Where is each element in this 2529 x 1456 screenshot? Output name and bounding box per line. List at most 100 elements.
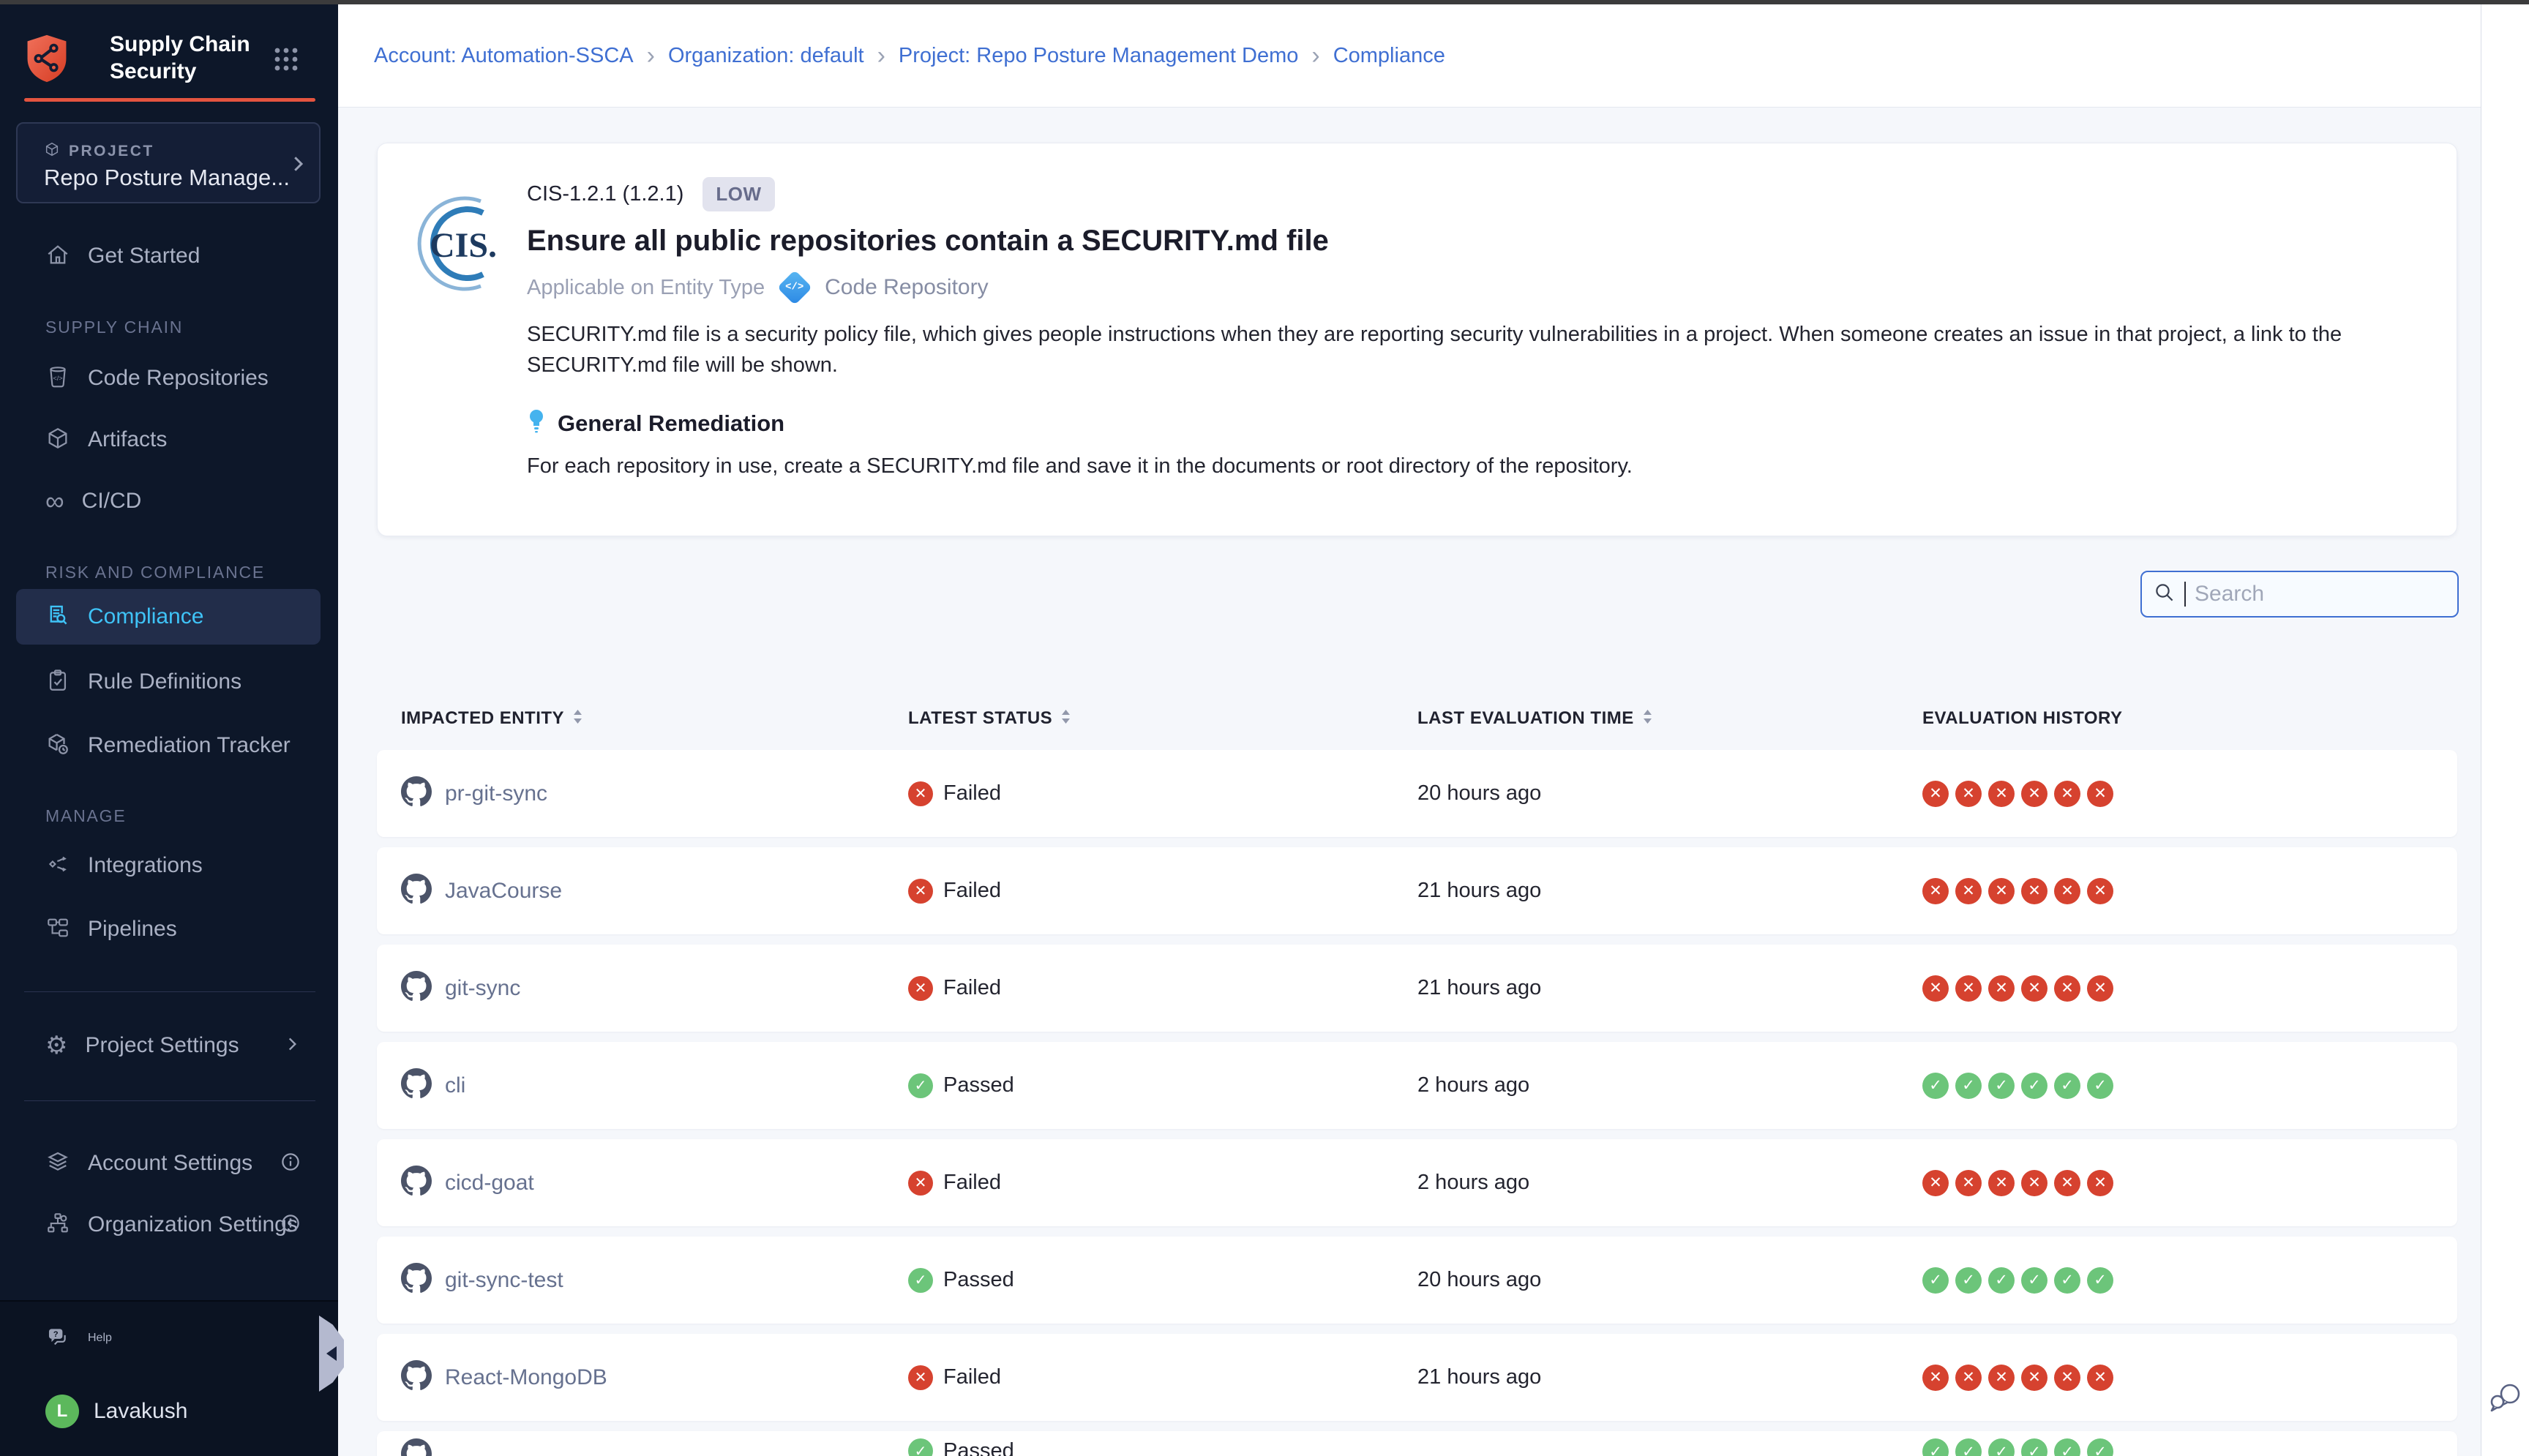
entity-name-link[interactable]: cli xyxy=(445,1073,465,1098)
sidebar-item-label: Artifacts xyxy=(88,427,167,452)
github-icon xyxy=(401,1438,432,1456)
entity-name-link[interactable]: cicd-goat xyxy=(445,1171,534,1196)
table-header: IMPACTED ENTITY LATEST STATUS LAST EVALU… xyxy=(377,697,2457,740)
status-icon xyxy=(908,781,933,806)
history-status-icon xyxy=(2021,1438,2047,1456)
brand-shield-icon xyxy=(24,34,70,87)
collapse-arrow-icon xyxy=(326,1346,337,1361)
sidebar-item-organization-settings[interactable]: Organization Settings xyxy=(16,1200,321,1250)
sidebar-item-cicd[interactable]: CI/CD xyxy=(16,476,321,526)
sidebar-item-get-started[interactable]: Get Started xyxy=(16,231,321,281)
remediation-heading: General Remediation xyxy=(558,410,784,437)
status-label: Failed xyxy=(943,879,1001,903)
doc-search-icon xyxy=(45,603,70,631)
entity-name-link[interactable]: git-sync xyxy=(445,976,520,1001)
history-status-icon xyxy=(1988,1267,2015,1294)
table-row[interactable]: React-MongoDB Failed 21 hours ago xyxy=(377,1334,2457,1421)
breadcrumb: Account: Automation-SSCA › Organization:… xyxy=(374,4,1445,108)
status-icon xyxy=(908,1438,933,1456)
history-status-icon xyxy=(2021,1170,2047,1196)
scrollbar-gutter[interactable] xyxy=(2481,4,2529,1456)
history-status-icon xyxy=(2021,878,2047,904)
entity-name-link[interactable]: pr-git-sync xyxy=(445,781,547,806)
avatar: L xyxy=(45,1395,79,1428)
table-row[interactable]: JavaCourse Failed 21 hours ago xyxy=(377,847,2457,934)
product-title: Supply Chain Security xyxy=(110,31,250,85)
table-row[interactable]: cli Passed 2 hours ago xyxy=(377,1042,2457,1129)
history-status-icon xyxy=(1922,1267,1949,1294)
table-row[interactable]: Passed xyxy=(377,1431,2457,1456)
info-icon[interactable] xyxy=(280,1151,301,1177)
status-icon xyxy=(908,1365,933,1390)
github-icon xyxy=(401,874,432,908)
evaluation-time: 21 hours ago xyxy=(1417,1365,1922,1389)
info-icon[interactable] xyxy=(280,1212,301,1238)
column-last-evaluation-time[interactable]: LAST EVALUATION TIME xyxy=(1417,708,1922,729)
history-status-icon xyxy=(2087,1365,2113,1391)
table-row[interactable]: cicd-goat Failed 2 hours ago xyxy=(377,1139,2457,1226)
sort-icon xyxy=(573,709,582,729)
svg-text:?: ? xyxy=(53,1330,59,1339)
project-cube-icon xyxy=(44,141,60,161)
history-status-icon xyxy=(2054,1073,2080,1099)
breadcrumb-separator: › xyxy=(647,45,655,67)
sidebar-item-rule-definitions[interactable]: Rule Definitions xyxy=(16,657,321,707)
sidebar-item-compliance[interactable]: Compliance xyxy=(16,589,321,645)
column-label: EVALUATION HISTORY xyxy=(1922,708,2122,729)
history-status-icon xyxy=(2087,878,2113,904)
evaluation-time: 21 hours ago xyxy=(1417,879,1922,903)
breadcrumb-account[interactable]: Account: Automation-SSCA xyxy=(374,44,634,68)
breadcrumb-separator: › xyxy=(1311,45,1319,67)
history-status-icon xyxy=(2054,878,2080,904)
user-menu[interactable]: L Lavakush xyxy=(16,1388,321,1435)
history-status-icon xyxy=(1955,1170,1982,1196)
project-selector[interactable]: PROJECT Repo Posture Manage... xyxy=(16,122,321,203)
evaluation-time: 2 hours ago xyxy=(1417,1073,1922,1097)
table-row[interactable]: git-sync Failed 21 hours ago xyxy=(377,945,2457,1032)
table-row[interactable]: pr-git-sync Failed 20 hours ago xyxy=(377,750,2457,837)
history-status-icon xyxy=(2087,781,2113,807)
evaluation-history xyxy=(1922,1170,2457,1196)
entity-name-link[interactable]: git-sync-test xyxy=(445,1268,563,1293)
sidebar-item-integrations[interactable]: Integrations xyxy=(16,841,321,890)
breadcrumb-organization[interactable]: Organization: default xyxy=(668,44,864,68)
history-status-icon xyxy=(2021,975,2047,1002)
history-status-icon xyxy=(1988,975,2015,1002)
sort-icon xyxy=(1643,709,1652,729)
evaluation-history xyxy=(1922,1073,2457,1099)
cube-wrench-icon xyxy=(45,732,70,760)
chat-support-icon[interactable] xyxy=(2487,1379,2524,1422)
history-status-icon xyxy=(1922,878,1949,904)
sidebar-item-pipelines[interactable]: Pipelines xyxy=(16,904,321,954)
entity-name-link[interactable]: JavaCourse xyxy=(445,879,562,904)
history-status-icon xyxy=(2087,1438,2113,1456)
status-icon xyxy=(908,879,933,904)
svg-text:CIS.: CIS. xyxy=(430,226,497,265)
status-label: Failed xyxy=(943,976,1001,1000)
sidebar-item-label: Rule Definitions xyxy=(88,669,241,694)
sidebar-item-account-settings[interactable]: Account Settings xyxy=(16,1138,321,1188)
sidebar-item-code-repositories[interactable]: </> Code Repositories xyxy=(16,353,321,403)
breadcrumb-compliance[interactable]: Compliance xyxy=(1333,44,1445,68)
search-input[interactable] xyxy=(2195,582,2414,607)
status-label: Passed xyxy=(943,1268,1014,1292)
entity-name-link[interactable]: React-MongoDB xyxy=(445,1365,607,1390)
github-icon xyxy=(401,776,432,811)
table-row[interactable]: git-sync-test Passed 20 hours ago xyxy=(377,1237,2457,1324)
sidebar-footer: ? Help L Lavakush xyxy=(0,1300,338,1456)
search-box xyxy=(2140,571,2459,618)
breadcrumb-project[interactable]: Project: Repo Posture Management Demo xyxy=(899,44,1298,68)
column-impacted-entity[interactable]: IMPACTED ENTITY xyxy=(401,708,908,729)
sidebar-item-project-settings[interactable]: Project Settings xyxy=(16,1021,321,1070)
sidebar-item-remediation-tracker[interactable]: Remediation Tracker xyxy=(16,721,321,770)
history-status-icon xyxy=(1955,781,1982,807)
app-grid-icon[interactable] xyxy=(274,47,299,75)
status-icon xyxy=(908,976,933,1001)
history-status-icon xyxy=(1922,1438,1949,1456)
evaluation-time: 2 hours ago xyxy=(1417,1171,1922,1195)
severity-badge: LOW xyxy=(702,177,774,211)
sidebar-item-help[interactable]: ? Help xyxy=(16,1315,321,1362)
sidebar-item-artifacts[interactable]: Artifacts xyxy=(16,415,321,465)
column-latest-status[interactable]: LATEST STATUS xyxy=(908,708,1417,729)
layers-icon xyxy=(45,1149,70,1178)
